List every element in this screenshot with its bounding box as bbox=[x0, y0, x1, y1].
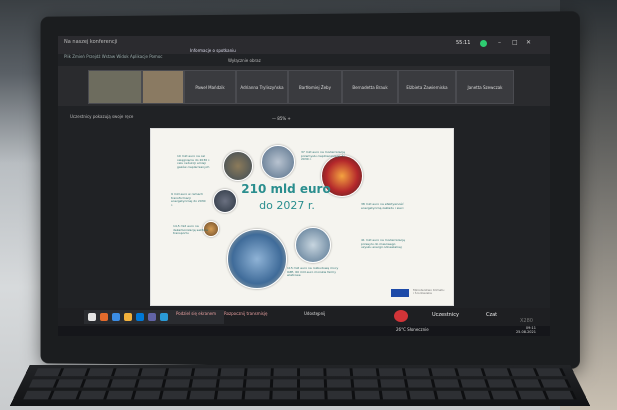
view-toggle[interactable]: Wyłącznie obraz bbox=[228, 58, 261, 63]
laptop-keyboard bbox=[9, 365, 591, 407]
participant-tile[interactable]: Paweł Mańdzik bbox=[184, 70, 236, 104]
menu-tabs[interactable]: Plik Zmień Przejdź Wstaw Widok Aplikacje… bbox=[64, 54, 544, 62]
skyline-photo bbox=[261, 145, 295, 179]
participant-tile[interactable]: Adrianna Tryliszyńska bbox=[236, 70, 288, 104]
participant-name: Bartłomiej Żeby bbox=[299, 84, 331, 90]
app-icon[interactable] bbox=[112, 313, 120, 321]
participants-button[interactable]: Uczestnicy bbox=[432, 312, 459, 318]
leave-call-button[interactable] bbox=[394, 310, 408, 322]
participant-name: Adrianna Tryliszyńska bbox=[240, 84, 284, 90]
tab-meeting-info[interactable]: Informacje o spotkaniu bbox=[190, 48, 236, 53]
zoom-control[interactable]: — 85% + bbox=[272, 116, 291, 121]
participant-tile[interactable]: Bernadetta Brauk bbox=[342, 70, 398, 104]
teams-titlebar: Na naszej konferencji Informacje o spotk… bbox=[58, 36, 550, 54]
slide-text: 10 mld euro na cel osiągnięcia do 2030 r… bbox=[177, 154, 211, 169]
meeting-timer: 55:11 bbox=[456, 40, 471, 46]
participant-tile[interactable]: Bartłomiej Żeby bbox=[288, 70, 342, 104]
key-row bbox=[28, 379, 572, 388]
participant-video-tile[interactable] bbox=[142, 70, 184, 104]
slide-text: 37 mld euro na modernizację przemysłu ci… bbox=[301, 150, 346, 162]
presentation-slide: 210 mld euro do 2027 r. 10 mld euro na c… bbox=[150, 128, 454, 306]
app-icon[interactable] bbox=[100, 313, 108, 321]
slide-subtitle: do 2027 r. bbox=[259, 199, 315, 212]
taskbar-clock[interactable]: 09:11 25.08.2021 bbox=[506, 326, 536, 334]
city-photo bbox=[223, 151, 253, 181]
slide-text: 38 mld euro na efektywność energetyczną … bbox=[361, 202, 404, 210]
start-broadcast-button[interactable]: Rozpocznij transmisję bbox=[224, 311, 267, 316]
eu-flag-logo bbox=[391, 289, 409, 297]
solar-panels-photo bbox=[227, 229, 287, 289]
share-screen-button[interactable]: Podziel się ekranem bbox=[176, 311, 216, 316]
wind-farm-photo bbox=[295, 227, 331, 263]
meeting-title: Na naszej konferencji bbox=[64, 39, 118, 45]
app-icon[interactable] bbox=[136, 313, 144, 321]
slide-text: 14,5 mld euro na dekarbonizację sektora … bbox=[173, 224, 208, 236]
teams-icon[interactable] bbox=[148, 313, 156, 321]
slide-text: 9 mld euro w ramach transformacji energe… bbox=[171, 192, 206, 207]
participant-name: Janetta Szewczak bbox=[467, 84, 503, 90]
windows-taskbar bbox=[58, 326, 550, 336]
participant-tile[interactable]: Janetta Szewczak bbox=[456, 70, 514, 104]
laptop-model-label: X280 bbox=[520, 318, 533, 324]
slide-title: 210 mld euro bbox=[241, 182, 331, 196]
clock-date: 25.08.2021 bbox=[515, 330, 536, 334]
participant-name: Paweł Mańdzik bbox=[195, 84, 225, 90]
weather-widget[interactable]: 26°C Słonecznie bbox=[396, 327, 429, 332]
slide-text: 41 mld euro na modernizację przesyłu do … bbox=[361, 238, 405, 250]
ministry-label: Ministerstwo Klimatu i Środowiska bbox=[413, 288, 445, 296]
record-indicator-icon bbox=[480, 40, 487, 47]
participant-tile[interactable]: Elżbieta Zawierniska bbox=[398, 70, 456, 104]
slide-text: 115 mld euro na rozbudowę mocy OZE, 60 m… bbox=[287, 266, 339, 278]
share-button[interactable]: Udostępnij bbox=[304, 311, 325, 316]
key-row bbox=[23, 390, 577, 400]
start-icon[interactable] bbox=[88, 313, 96, 321]
folder-icon[interactable] bbox=[124, 313, 132, 321]
key-row bbox=[34, 368, 566, 377]
close-icon[interactable]: ✕ bbox=[526, 39, 531, 46]
participants-strip: Paweł Mańdzik Adrianna Tryliszyńska Bart… bbox=[58, 66, 550, 106]
chat-button[interactable]: Czat bbox=[486, 312, 497, 318]
participant-video-tile[interactable] bbox=[88, 70, 142, 104]
maximize-icon[interactable]: □ bbox=[512, 39, 518, 46]
participant-name: Elżbieta Zawierniska bbox=[406, 84, 448, 90]
app-icon[interactable] bbox=[160, 313, 168, 321]
participant-name: Bernadetta Brauk bbox=[352, 84, 388, 90]
minimize-icon[interactable]: – bbox=[498, 39, 501, 46]
activity-notice: Uczestnicy pokazują swoje ręce bbox=[70, 114, 134, 119]
laptop-screen: Na naszej konferencji Informacje o spotk… bbox=[58, 36, 550, 336]
